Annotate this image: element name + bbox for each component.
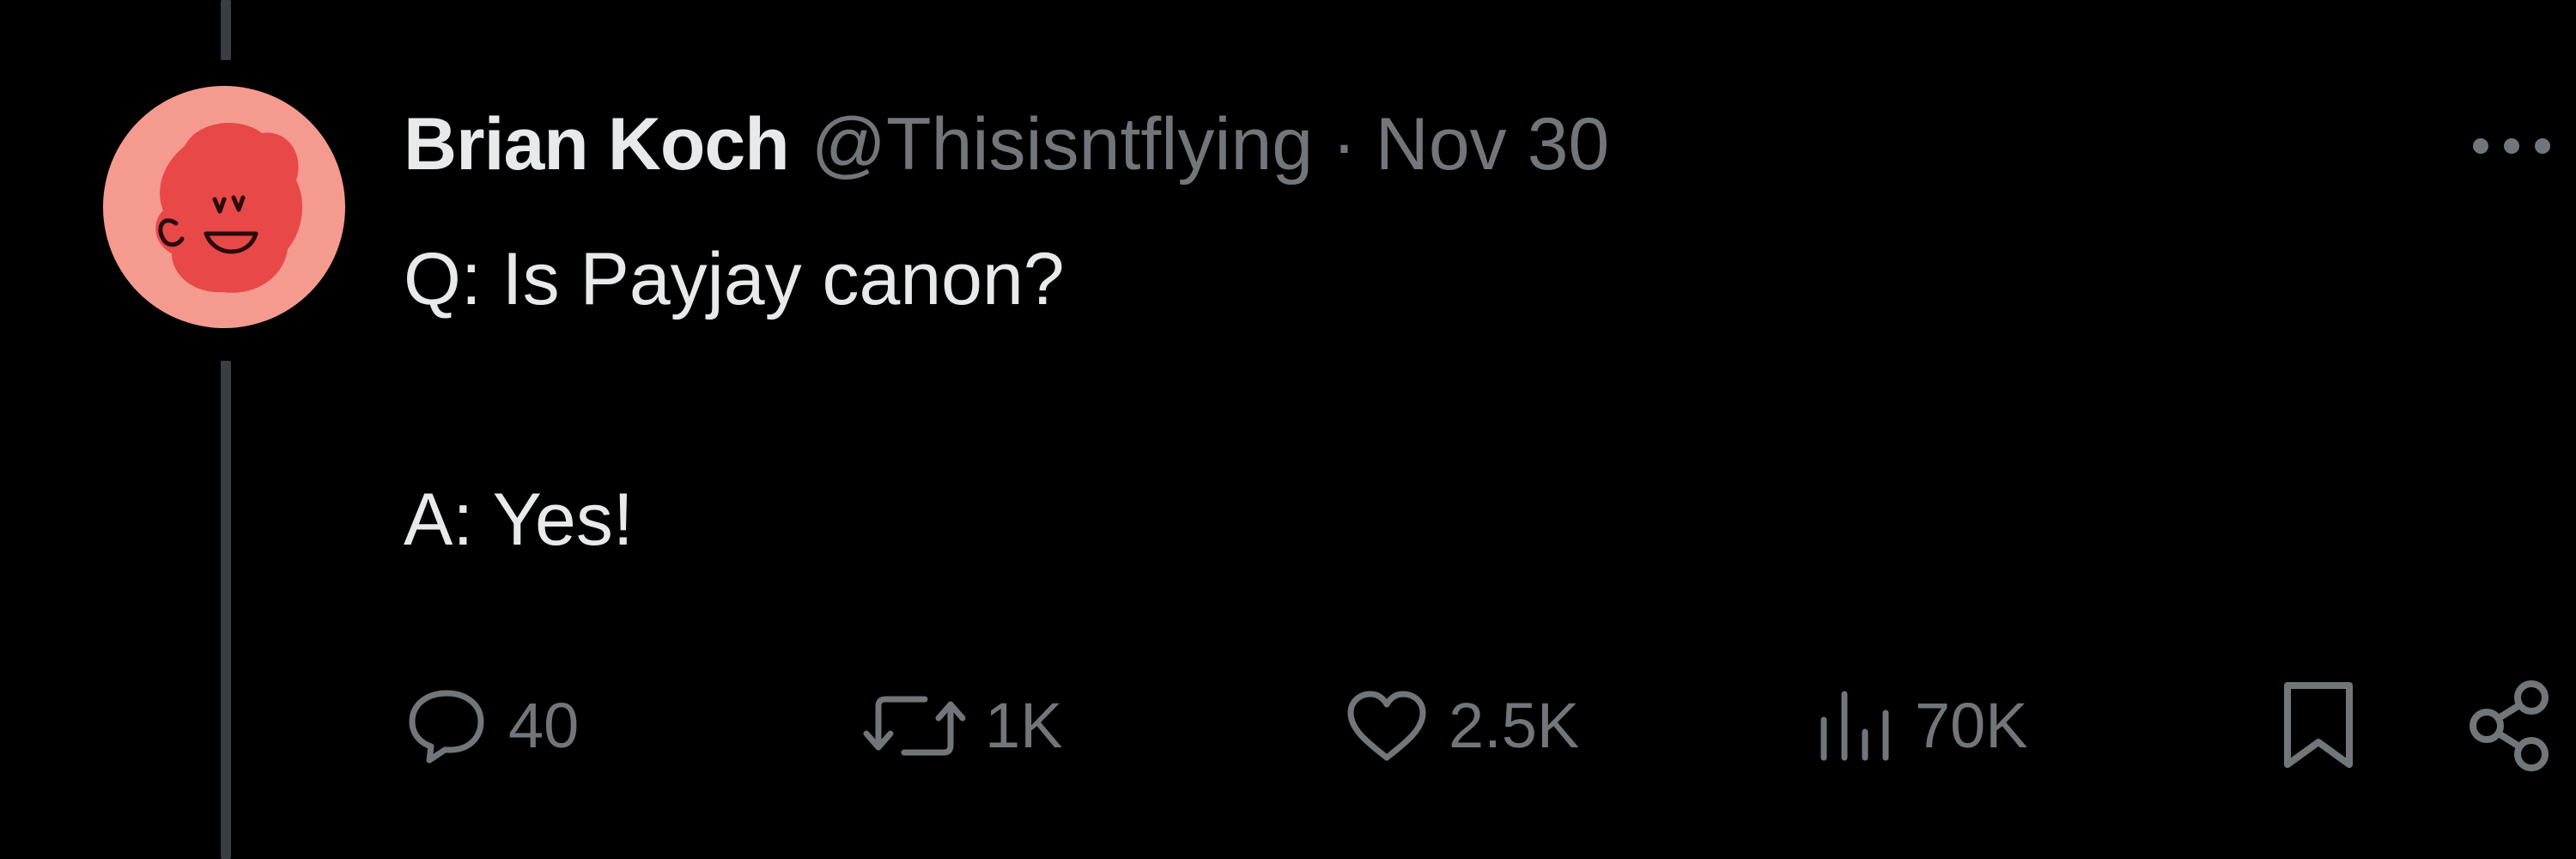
- tweet-text-line: A: Yes!: [404, 478, 634, 561]
- repost-button[interactable]: 1K: [863, 679, 1063, 773]
- share-icon: [2470, 680, 2549, 771]
- author-name[interactable]: Brian Koch: [404, 101, 790, 187]
- tweet-text-line: Q: Is Payjay canon?: [404, 238, 1065, 320]
- reply-bubble-icon: [409, 690, 484, 764]
- thread-line-top: [221, 0, 231, 60]
- reply-button[interactable]: 40: [404, 679, 579, 773]
- tweet-timestamp[interactable]: Nov 30: [1376, 101, 1610, 187]
- avatar-illustration: [155, 123, 303, 293]
- tweet-header: Brian Koch @Thisisntflying · Nov 30: [404, 101, 1609, 187]
- more-options-button[interactable]: [2464, 120, 2559, 172]
- header-separator: ·: [1332, 103, 1357, 186]
- reply-count: 40: [508, 690, 580, 761]
- like-button[interactable]: 2.5K: [1344, 679, 1579, 773]
- tweet-text: Q: Is Payjay canon? A: Yes!: [404, 236, 1065, 563]
- views-count: 70K: [1915, 690, 2028, 761]
- bookmark-icon: [2284, 682, 2353, 768]
- thread-line-bottom: [221, 361, 231, 859]
- repost-icon: [863, 696, 966, 756]
- repost-count: 1K: [985, 690, 1063, 761]
- like-count: 2.5K: [1449, 690, 1580, 761]
- views-button[interactable]: 70K: [1814, 679, 2028, 773]
- tweet-text-line-blank: [404, 322, 1065, 477]
- more-horizontal-icon: [2473, 138, 2550, 154]
- tweet-actions-bar: 40 1K 2.5K 70K: [0, 679, 2576, 773]
- bookmark-button[interactable]: [2277, 679, 2360, 773]
- views-bar-chart-icon: [1820, 691, 1889, 761]
- avatar[interactable]: [103, 86, 345, 328]
- author-handle[interactable]: @Thisisntflying: [811, 101, 1313, 187]
- heart-icon: [1347, 691, 1426, 761]
- share-button[interactable]: [2466, 679, 2552, 773]
